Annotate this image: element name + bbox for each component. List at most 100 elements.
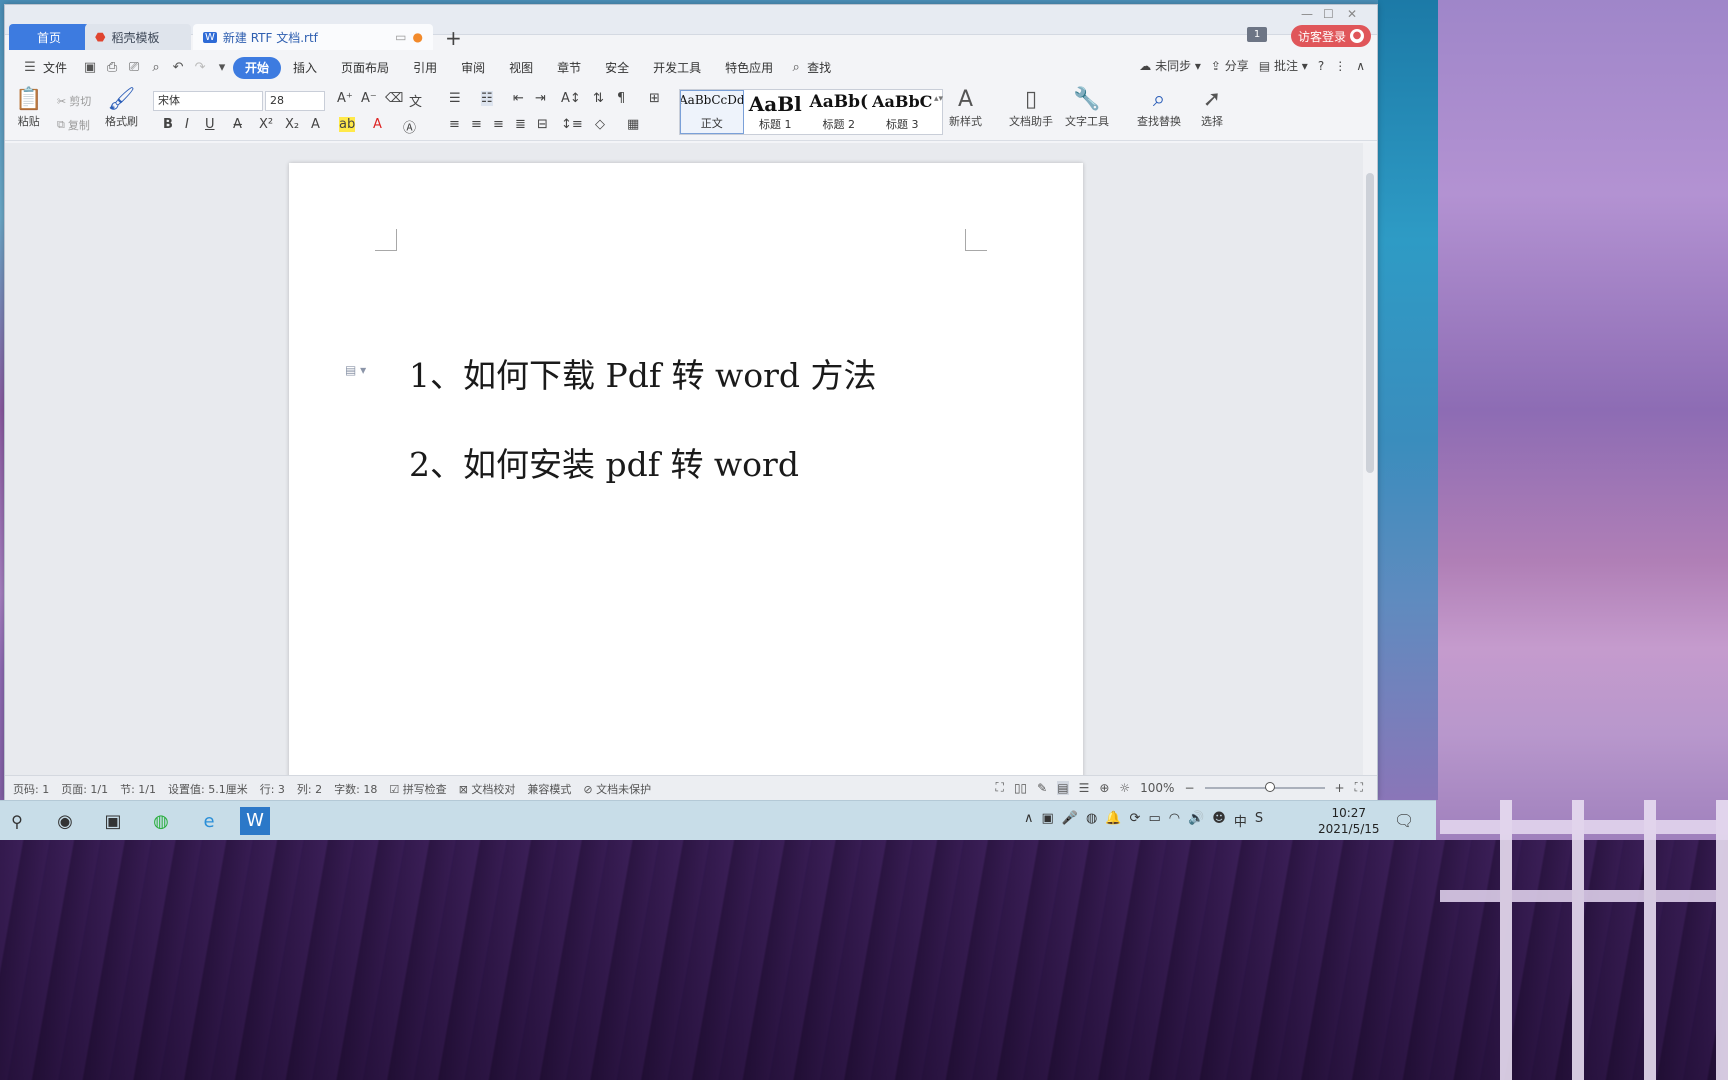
tab-daoke-templates[interactable]: ⬣ 稻壳模板 <box>85 24 191 50</box>
find-replace-button[interactable]: ⌕ 查找替换 <box>1137 87 1181 129</box>
ie-icon[interactable]: e <box>194 807 224 835</box>
text-direction-icon[interactable]: A↕ <box>561 91 581 106</box>
gallery-scroll-icon[interactable]: ▴▾ <box>934 90 943 134</box>
tray-expand-icon[interactable]: ∧ <box>1024 811 1034 830</box>
clear-format-icon[interactable]: ⌫ <box>385 91 403 106</box>
borders-icon[interactable]: ⊞ <box>649 91 660 106</box>
zoom-in-icon[interactable]: + <box>1335 781 1345 795</box>
document-page[interactable]: ▤ ▾ 1、如何下载 Pdf 转 word 方法 2、如何安装 pdf 转 wo… <box>289 163 1083 775</box>
tab-chapter[interactable]: 章节 <box>545 57 593 79</box>
tab-security[interactable]: 安全 <box>593 57 641 79</box>
fullscreen-icon[interactable]: ⛶ <box>996 780 1004 795</box>
status-word-count[interactable]: 字数: 18 <box>334 781 377 797</box>
edit-mode-icon[interactable]: ✎ <box>1037 781 1047 795</box>
tab-find[interactable]: 查找 <box>807 57 843 79</box>
sync-button[interactable]: ☁ 未同步 ▾ <box>1139 57 1201 74</box>
paragraph-handle-icon[interactable]: ▤ ▾ <box>345 363 366 377</box>
select-button[interactable]: ➚ 选择 <box>1201 87 1223 129</box>
wechat-icon[interactable]: ◍ <box>146 807 176 835</box>
font-size-select[interactable]: 28 <box>265 91 325 111</box>
show-marks-icon[interactable]: ¶ <box>617 91 625 106</box>
style-normal[interactable]: AaBbCcDd 正文 <box>680 90 744 134</box>
minimize-button[interactable]: — <box>1301 7 1313 21</box>
subscript-icon[interactable]: X₂ <box>285 117 299 132</box>
wps-writer-icon[interactable]: W <box>240 807 270 835</box>
zoom-slider-knob[interactable] <box>1264 781 1275 792</box>
tab-file[interactable]: 文件 <box>41 57 79 79</box>
bold-icon[interactable]: B <box>163 117 173 132</box>
print-icon[interactable]: ⎚ <box>126 60 142 76</box>
doc-proof-button[interactable]: ⊠ 文档校对 <box>459 781 516 797</box>
tray-app-icon[interactable]: ▣ <box>1042 811 1054 830</box>
font-name-select[interactable]: 宋体 <box>153 91 263 111</box>
align-left-icon[interactable]: ≡ <box>449 117 460 132</box>
zoom-out-icon[interactable]: − <box>1184 781 1194 795</box>
print-preview-icon[interactable]: ⌕ <box>148 60 164 76</box>
page-view-icon[interactable]: ▤ <box>1057 780 1069 795</box>
save-icon[interactable]: ▣ <box>82 60 98 76</box>
search-icon[interactable]: ⚲ <box>2 807 32 835</box>
tab-insert[interactable]: 插入 <box>281 57 329 79</box>
protect-button[interactable]: ⊘ 文档未保护 <box>583 781 651 797</box>
align-center-icon[interactable]: ≡ <box>471 117 482 132</box>
new-tab-button[interactable]: + <box>445 26 462 50</box>
share-button[interactable]: ⇪ 分享 <box>1211 57 1249 74</box>
decrease-indent-icon[interactable]: ⇤ <box>513 91 524 106</box>
status-section[interactable]: 节: 1/1 <box>120 781 156 797</box>
document-line-2[interactable]: 2、如何安装 pdf 转 word <box>409 438 799 486</box>
export-pdf-icon[interactable]: ⎙ <box>104 60 120 76</box>
system-clock[interactable]: 10:27 2021/5/15 <box>1318 805 1380 837</box>
style-heading-2[interactable]: AaBb( 标题 2 <box>807 90 871 134</box>
line-spacing-icon[interactable]: ↕≡ <box>561 117 583 132</box>
highlight-icon[interactable]: ab <box>339 117 356 132</box>
qq-icon[interactable]: ☻ <box>1212 811 1226 830</box>
scrollbar-thumb[interactable] <box>1366 173 1374 473</box>
zoom-level[interactable]: 100% <box>1140 781 1174 795</box>
redo-icon[interactable]: ↷ <box>192 60 208 76</box>
sync-tray-icon[interactable]: ⟳ <box>1130 811 1141 830</box>
tab-special-apps[interactable]: 特色应用 <box>713 57 785 79</box>
border-icon[interactable]: ▦ <box>627 117 639 132</box>
tab-home[interactable]: 首页 <box>9 24 89 50</box>
cut-button[interactable]: ✂ 剪切 <box>57 93 91 109</box>
font-color-icon[interactable]: A <box>373 117 382 132</box>
text-effect-icon[interactable]: A <box>311 117 320 132</box>
underline-icon[interactable]: U <box>205 117 215 132</box>
tab-start[interactable]: 开始 <box>233 57 282 79</box>
distribute-icon[interactable]: ⊟ <box>537 117 548 132</box>
status-row[interactable]: 行: 3 <box>260 781 285 797</box>
more-icon[interactable]: ⋮ <box>1334 59 1346 73</box>
vertical-scrollbar[interactable] <box>1363 143 1377 775</box>
tab-developer[interactable]: 开发工具 <box>641 57 713 79</box>
window-count-badge[interactable]: 1 <box>1247 27 1267 42</box>
numbered-list-icon[interactable]: ☷ <box>481 91 493 106</box>
ime-icon[interactable]: 中 <box>1234 811 1247 830</box>
volume-icon[interactable]: 🔊 <box>1188 811 1204 830</box>
notification-bell-icon[interactable]: 🔔 <box>1105 811 1121 830</box>
microphone-icon[interactable]: 🎤 <box>1062 811 1078 830</box>
fit-page-icon[interactable]: ⛶ <box>1355 780 1363 795</box>
web-view-icon[interactable]: ⊕ <box>1099 781 1109 795</box>
network-icon[interactable]: ◠ <box>1169 811 1180 830</box>
guest-login-button[interactable]: 访客登录 ● <box>1291 25 1371 47</box>
new-style-button[interactable]: A 新样式 <box>949 87 982 129</box>
align-right-icon[interactable]: ≡ <box>493 117 504 132</box>
wechat-tray-icon[interactable]: ◍ <box>1086 811 1097 830</box>
annotate-button[interactable]: ▤ 批注 ▾ <box>1259 57 1308 74</box>
eye-protect-icon[interactable]: ☼ <box>1119 781 1130 795</box>
tab-page-layout[interactable]: 页面布局 <box>329 57 401 79</box>
comment-icon[interactable]: ▭ <box>395 30 406 44</box>
maximize-button[interactable]: ☐ <box>1323 7 1334 21</box>
text-tools-button[interactable]: 🔧 文字工具 <box>1065 87 1109 129</box>
style-heading-1[interactable]: AaBl 标题 1 <box>744 90 808 134</box>
char-shading-icon[interactable]: Ⓐ <box>403 117 416 136</box>
paste-button[interactable]: 📋 粘贴 <box>15 87 42 129</box>
bullet-list-icon[interactable]: ☰ <box>449 91 461 106</box>
tab-document[interactable]: W 新建 RTF 文档.rtf ▭ ● <box>193 24 433 50</box>
status-page-code[interactable]: 页码: 1 <box>13 781 49 797</box>
status-col[interactable]: 列: 2 <box>297 781 322 797</box>
italic-icon[interactable]: I <box>185 117 189 132</box>
tab-references[interactable]: 引用 <box>401 57 449 79</box>
sogou-icon[interactable]: S <box>1255 811 1263 830</box>
shrink-font-icon[interactable]: A⁻ <box>361 91 377 106</box>
